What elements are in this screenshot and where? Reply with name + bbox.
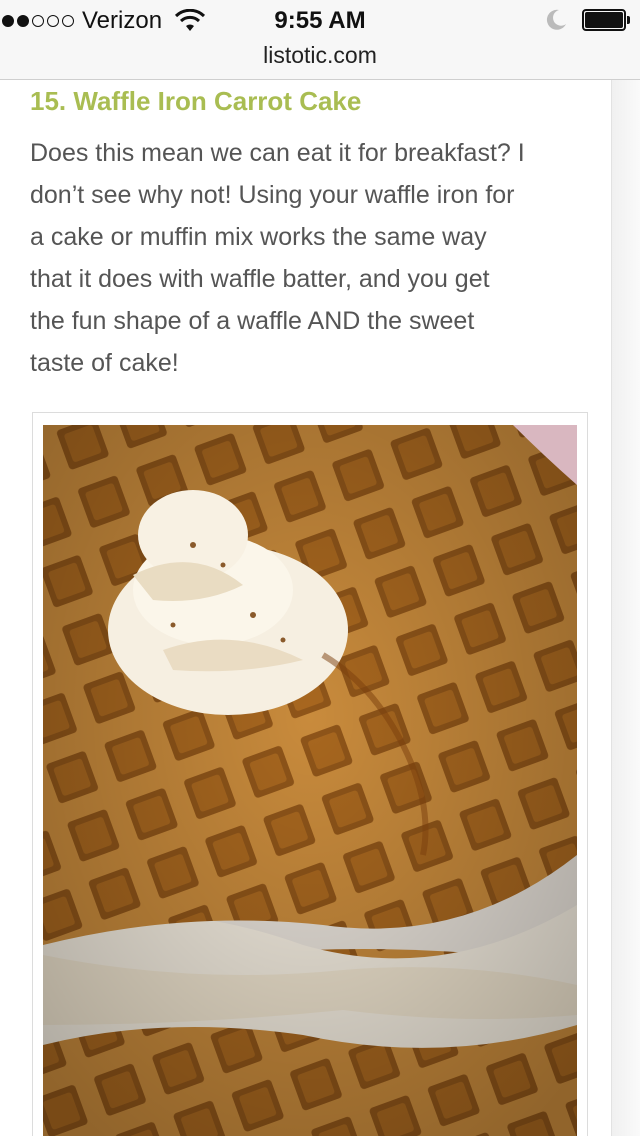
status-bar: Verizon 9:55 AM: [0, 0, 640, 40]
paragraph-line: don’t see why not! Using your waffle iro…: [30, 181, 515, 209]
paragraph-line: taste of cake!: [30, 349, 179, 377]
paragraph-line: the fun shape of a waffle AND the sweet: [30, 307, 475, 335]
paragraph-line: a cake or muffin mix works the same way: [30, 223, 487, 251]
paragraph-line: that it does with waffle batter, and you…: [30, 265, 490, 293]
do-not-disturb-moon-icon: [546, 9, 566, 30]
page-edge: [612, 80, 640, 1136]
article-paragraph: Does this mean we can eat it for breakfa…: [30, 132, 600, 384]
article-heading: 15. Waffle Iron Carrot Cake: [30, 86, 362, 116]
waffle-carrot-cake-photo[interactable]: [43, 425, 577, 1136]
url-bar[interactable]: listotic.com: [0, 42, 640, 69]
article-content: 15. Waffle Iron Carrot Cake Does this me…: [0, 80, 612, 1136]
article-image-frame: [32, 412, 588, 1136]
battery-icon: [582, 9, 630, 31]
browser-header: Verizon 9:55 AM listotic.com: [0, 0, 640, 80]
paragraph-line: Does this mean we can eat it for breakfa…: [30, 139, 525, 167]
